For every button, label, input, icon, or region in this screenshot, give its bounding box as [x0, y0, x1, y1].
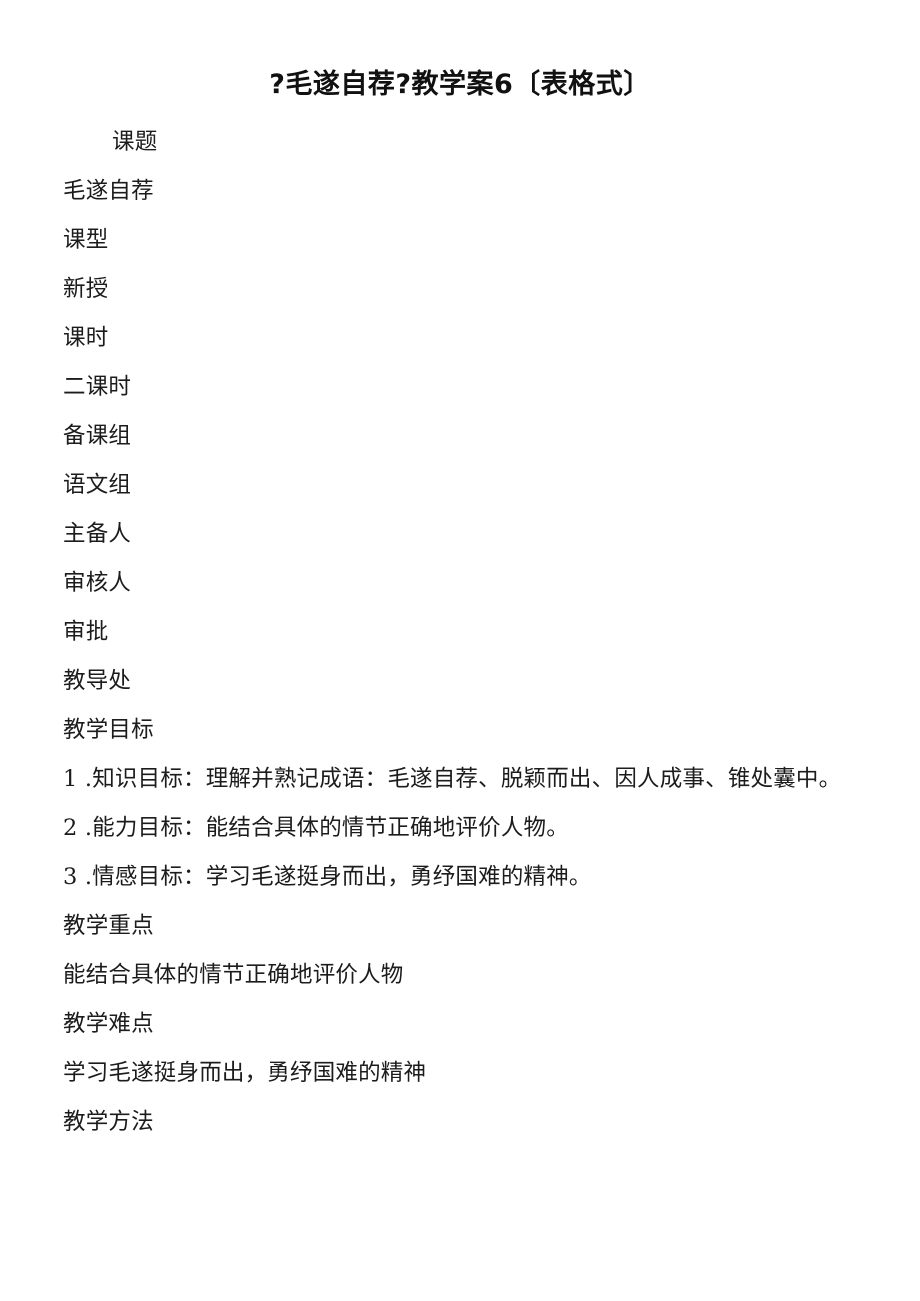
- document-line: 1 .知识目标：理解并熟记成语：毛遂自荐、脱颖而出、因人成事、锥处囊中。: [63, 766, 842, 792]
- document-line: 2 .能力目标：能结合具体的情节正确地评价人物。: [63, 815, 569, 841]
- document-line: 3 .情感目标：学习毛遂挺身而出，勇纾国难的精神。: [63, 864, 592, 890]
- document-line: 教学方法: [63, 1109, 154, 1135]
- document-line: 新授: [63, 276, 109, 302]
- document-line: 审核人: [63, 570, 132, 596]
- page-title: ?毛遂自荐?教学案6〔表格式〕: [269, 69, 651, 100]
- document-line: 教导处: [63, 668, 132, 694]
- document-line: 教学难点: [63, 1011, 154, 1037]
- document-line: 备课组: [63, 423, 132, 449]
- document-line: 学习毛遂挺身而出，勇纾国难的精神: [63, 1060, 427, 1086]
- document-line: 课时: [63, 325, 109, 351]
- document-line: 课型: [63, 227, 109, 253]
- document-line: 能结合具体的情节正确地评价人物: [63, 962, 404, 988]
- document-line: 二课时: [63, 374, 132, 400]
- document-line: 审批: [63, 619, 109, 645]
- document-body: 课题毛遂自荐课型新授课时二课时备课组语文组主备人审核人审批教导处教学目标 1 .知…: [63, 118, 853, 1147]
- document-line: 毛遂自荐: [63, 178, 154, 204]
- document-line: 课题: [112, 129, 158, 155]
- document-line: 教学目标: [63, 717, 154, 743]
- document-line: 教学重点: [63, 913, 154, 939]
- document-line: 主备人: [63, 521, 132, 547]
- document-line: 语文组: [63, 472, 132, 498]
- document-page: ?毛遂自荐?教学案6〔表格式〕 课题毛遂自荐课型新授课时二课时备课组语文组主备人…: [0, 0, 920, 1301]
